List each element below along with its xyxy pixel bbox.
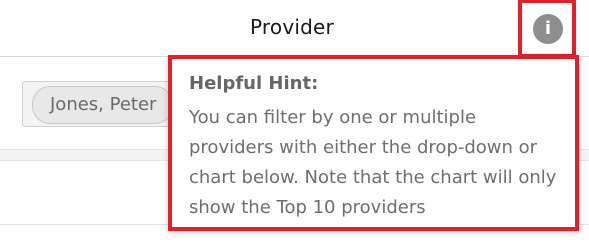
helpful-hint-tooltip: Helpful Hint: You can filter by one or m… [168,55,579,231]
tooltip-text: You can filter by one or multiple provid… [189,107,557,218]
selected-provider-chip[interactable]: Jones, Peter [32,86,174,124]
info-icon[interactable]: i [533,14,563,44]
page-title: Provider [250,15,334,39]
tooltip-title: Helpful Hint: [189,73,319,94]
provider-select[interactable]: Jones, Peter [22,81,192,127]
provider-header: Provider [0,0,589,57]
